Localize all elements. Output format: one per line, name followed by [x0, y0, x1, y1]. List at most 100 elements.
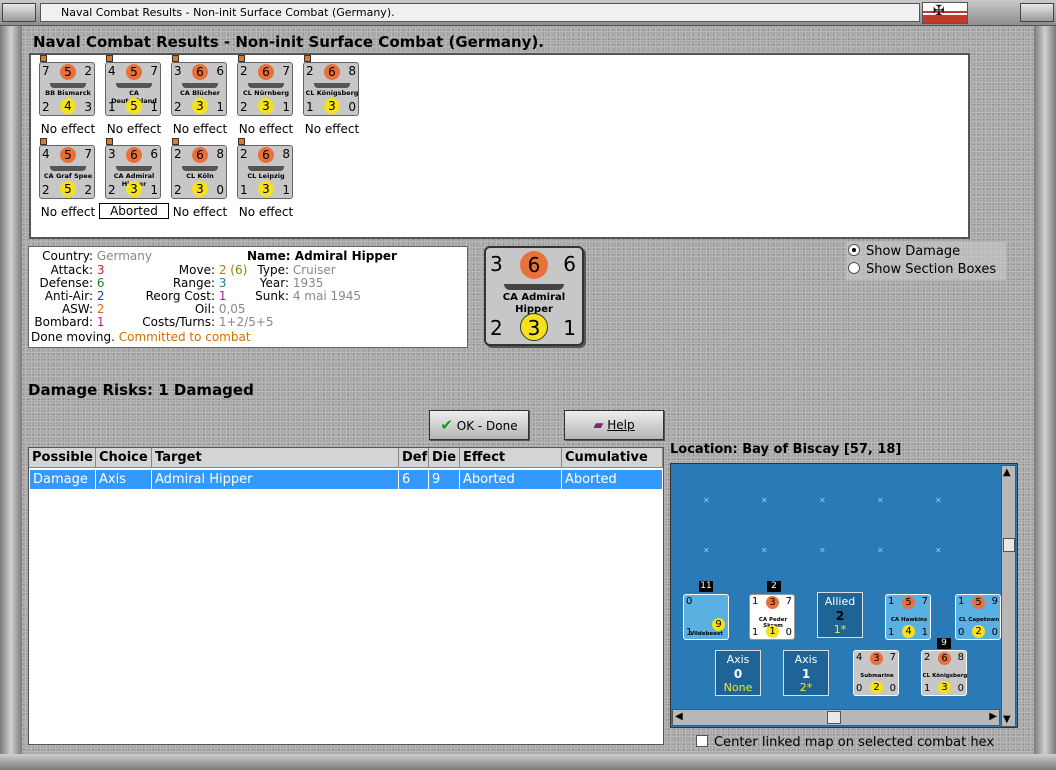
unit-name: CL Köln [186, 172, 214, 180]
scroll-right-icon[interactable]: ▶ [989, 711, 997, 722]
unit-counter[interactable]: 7 5 2 BB Bismarck 2 4 3 [39, 55, 95, 116]
col-target[interactable]: Target [152, 448, 399, 468]
unit-asw: 1 [150, 100, 158, 114]
cell-possible: Damage [30, 470, 96, 489]
type-label: Type: [257, 263, 289, 277]
unit-aa: 0 [856, 683, 863, 694]
unit-counter[interactable]: 4 5 7 CA Graf Spee 2 5 2 [39, 138, 95, 199]
unit-name: CL Nürnberg [243, 89, 289, 97]
range-label: Range: [172, 276, 215, 290]
unit-attack: 4 [856, 652, 863, 663]
unit-def2: 3 [258, 181, 274, 197]
map-unit-peder-skram[interactable]: 1 3 7 CA Peder Skram 1 1 0 [749, 594, 795, 640]
marker-icon [238, 138, 245, 145]
help-button[interactable]: ▰ Help [564, 410, 664, 440]
show-damage-radio[interactable]: Show Damage [848, 244, 1008, 262]
axis-summary-2: Axis 1 2* [783, 650, 829, 696]
show-sections-label: Show Section Boxes [866, 262, 997, 277]
show-sections-radio[interactable]: Show Section Boxes [848, 262, 1008, 280]
antiair-value: 2 [96, 289, 105, 303]
scroll-thumb[interactable] [1003, 538, 1015, 552]
marker-icon [106, 55, 113, 62]
unit-counter[interactable]: 366CA Admiral Hipper231 [105, 138, 161, 199]
unit-move: 7 [84, 147, 92, 161]
unit-aa: 2 [42, 100, 50, 114]
show-damage-label: Show Damage [866, 244, 961, 259]
radio-selected-icon [848, 244, 860, 256]
map-unit-submarine[interactable]: 4 3 7 Submarine 0 2 0 [853, 650, 899, 696]
asw-label: ASW: [61, 302, 93, 316]
frame-right [1034, 26, 1056, 770]
scroll-down-icon[interactable]: ▼ [1003, 714, 1011, 725]
map-horizontal-scrollbar[interactable]: ◀ ▶ [672, 709, 1000, 726]
unit-counter[interactable]: 2 6 8 CL Köln 2 3 0 [171, 138, 227, 199]
unit-defense: 5 [126, 64, 142, 80]
table-row[interactable]: Damage Axis Admiral Hipper 6 9 Aborted A… [30, 470, 662, 489]
unit-defense: 5 [902, 596, 915, 609]
ship-icon [116, 83, 152, 88]
ship-icon [504, 284, 564, 290]
ok-done-button[interactable]: ✔ OK - Done [429, 410, 529, 440]
help-label: Help [607, 418, 635, 432]
defense-value: 6 [96, 276, 105, 290]
unit-def2: 3 [938, 681, 951, 694]
unit-defense: 6 [126, 147, 142, 163]
unit-counter[interactable]: 2 6 8 CL Leipzig 1 3 1 [237, 138, 293, 199]
unit-name: Submarine [860, 673, 894, 679]
scroll-up-icon[interactable]: ▲ [1003, 467, 1011, 478]
system-menu-button[interactable] [2, 3, 36, 22]
unit-defense: 6 [192, 147, 208, 163]
col-cumulative[interactable]: Cumulative [562, 448, 663, 468]
col-def[interactable]: Def [399, 448, 429, 468]
attack-value: 3 [96, 263, 105, 277]
map-vertical-scrollbar[interactable]: ▲ ▼ [1001, 465, 1016, 727]
unit-move: 6 [150, 147, 158, 161]
marker-icon [238, 55, 245, 62]
cell-choice: Axis [96, 470, 152, 489]
unit-name: CL Königsberg [922, 673, 968, 679]
move-label: Move: [178, 263, 215, 277]
scroll-left-icon[interactable]: ◀ [675, 711, 683, 722]
unit-attack: 2 [240, 147, 248, 161]
unit-counter[interactable]: 2 6 8 CL Königsberg 1 3 0 [303, 55, 359, 116]
center-map-checkbox[interactable]: Center linked map on selected combat hex [696, 735, 994, 750]
map-unit-hawkins[interactable]: 1 5 7 CA Hawkins 1 4 1 [885, 594, 931, 640]
col-choice[interactable]: Choice [96, 448, 152, 468]
unit-aa: 1 [108, 100, 116, 114]
col-possible[interactable]: Possible [29, 448, 96, 468]
cell-def: 6 [399, 470, 429, 489]
map-unit-vildebeest[interactable]: 0 9 1 Vildebeest [683, 594, 729, 640]
oil-value: 0,05 [218, 302, 246, 316]
unit-attack: 2 [924, 652, 931, 663]
unit-counter[interactable]: 457CA Deutschland151 [105, 55, 161, 116]
checkbox-icon[interactable] [696, 735, 708, 747]
unit-aa: 2 [42, 183, 50, 197]
map-unit-capetown[interactable]: 1 5 9 CL Capetown 0 2 0 [955, 594, 1001, 640]
unit-result: No effect [172, 205, 228, 219]
unit-counter[interactable]: 2 6 7 CL Nürnberg 2 3 1 [237, 55, 293, 116]
unit-defense: 3 [870, 652, 883, 665]
mini-map[interactable]: ✕ ✕ ✕ ✕ ✕ ✕ ✕ ✕ ✕ ✕ 11 0 9 1 Vildebeest 2 1 3 7 … [670, 463, 1018, 728]
unit-asw: 0 [957, 683, 964, 694]
unit-asw: 3 [84, 100, 92, 114]
unit-result: No effect [238, 205, 294, 219]
counter-attack: 3 [490, 252, 503, 276]
unit-move: 7 [921, 596, 928, 607]
unit-info-panel: Country: Germany Attack: 3 Defense: 6 An… [28, 246, 468, 348]
window-control-button[interactable] [1020, 3, 1054, 22]
book-icon: ▰ [593, 418, 604, 433]
axis-summary-1: Axis 0 None [715, 650, 761, 696]
unit-counter[interactable]: 3 6 6 CA Blücher 2 3 1 [171, 55, 227, 116]
unit-def2: 1 [766, 625, 779, 638]
counter-asw: 1 [563, 316, 576, 340]
map-unit-konigsberg[interactable]: 2 6 8 CL Königsberg 1 3 0 [921, 650, 967, 696]
col-effect[interactable]: Effect [460, 448, 562, 468]
ship-icon [248, 83, 284, 88]
ship-icon [314, 83, 350, 88]
unit-def2: 2 [972, 625, 985, 638]
scroll-thumb[interactable] [827, 711, 841, 724]
unit-defense: 6 [938, 652, 951, 665]
allied-summary: Allied 2 1* [817, 592, 863, 638]
axis-sub: 2* [799, 681, 813, 694]
col-die[interactable]: Die [429, 448, 460, 468]
